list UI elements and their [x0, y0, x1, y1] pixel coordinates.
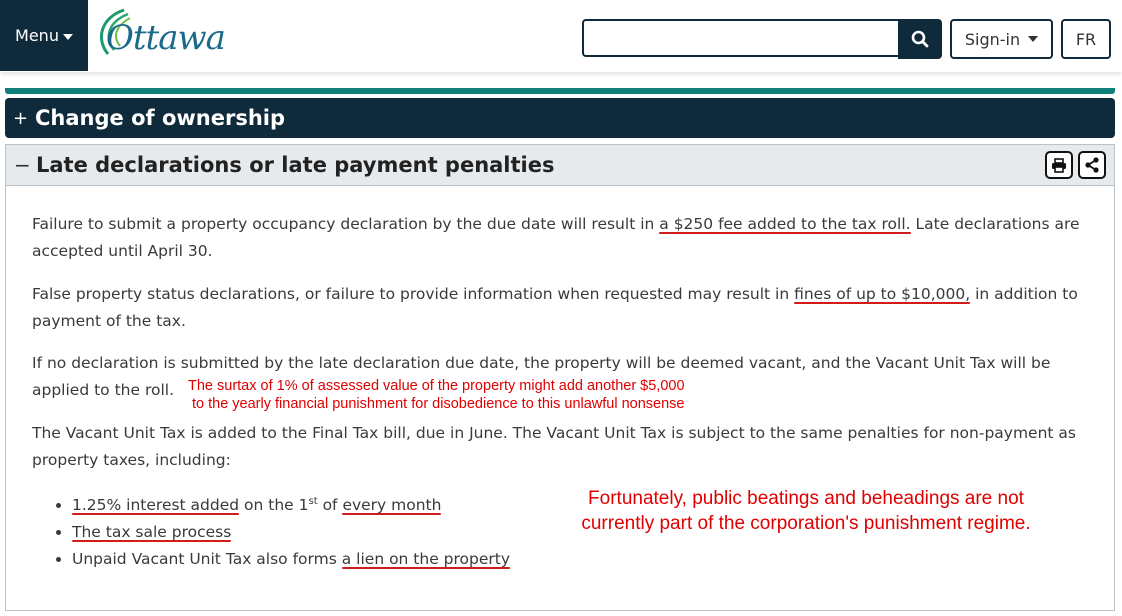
share-icon — [1085, 157, 1099, 173]
text: a lien on the property — [341, 550, 511, 569]
accordion-late-declarations[interactable]: − Late declarations or late payment pena… — [6, 145, 1114, 186]
paragraph-fines: False property status declarations, or f… — [32, 281, 1082, 335]
caret-down-icon — [1028, 36, 1039, 42]
highlight-tax-sale: The tax sale process — [72, 523, 232, 543]
text: 1.25% interest added — [72, 496, 240, 515]
highlight-fines: fines of up to $10,000, — [794, 285, 971, 304]
signin-dropdown[interactable]: Sign-in — [950, 19, 1053, 59]
red-underline — [659, 232, 911, 234]
text: The tax sale process — [72, 523, 232, 542]
annotation-line: currently part of the corporation's puni… — [581, 513, 1031, 534]
annotation-line: The surtax of 1% of assessed value of th… — [188, 378, 685, 394]
text: False property status declarations, or f… — [32, 285, 795, 303]
annotation-line: to the yearly financial punishment for d… — [192, 396, 685, 412]
print-icon — [1052, 157, 1066, 173]
text: on the 1 — [239, 496, 309, 515]
share-button[interactable] — [1078, 151, 1106, 179]
signin-label: Sign-in — [964, 29, 1021, 49]
red-underline — [794, 302, 971, 304]
accordion-title: Late declarations or late payment penalt… — [36, 153, 555, 177]
red-underline — [72, 540, 232, 543]
search-button[interactable] — [898, 19, 942, 59]
text: The Vacant Unit Tax is added to the Fina… — [32, 424, 1076, 469]
highlight-lien: a lien on the property — [341, 550, 511, 570]
accordion-change-of-ownership[interactable]: + Change of ownership — [5, 98, 1115, 138]
superscript: st — [308, 496, 318, 507]
highlight-fee: a $250 fee added to the tax roll. — [659, 215, 911, 234]
paragraph-late-fee: Failure to submit a property occupancy d… — [32, 211, 1082, 265]
language-label: FR — [1075, 29, 1097, 49]
list-item: 1.25% interest added on the 1st of every… — [72, 488, 552, 519]
language-toggle-button[interactable]: FR — [1061, 19, 1111, 59]
red-underline — [341, 567, 511, 570]
text: If no declaration is submitted by the la… — [32, 354, 1051, 372]
text: fines of up to $10,000, — [794, 285, 971, 303]
paragraph-final-tax-bill: The Vacant Unit Tax is added to the Fina… — [32, 420, 1082, 474]
text: of — [317, 496, 343, 515]
list-item: Unpaid Vacant Unit Tax also forms a lien… — [72, 546, 552, 573]
highlight-interest: 1.25% interest added — [72, 496, 240, 516]
site-header: Menu Ottawa Sign-in FR — [0, 0, 1122, 72]
logo-wordmark[interactable]: Ottawa — [106, 18, 226, 58]
red-underline — [342, 513, 442, 516]
penalties-list: 1.25% interest added on the 1st of every… — [52, 488, 552, 573]
search-input[interactable] — [582, 19, 900, 57]
collapse-icon: − — [14, 153, 31, 177]
caret-down-icon — [62, 34, 73, 40]
red-underline — [72, 513, 240, 516]
search-icon — [911, 30, 929, 48]
text: Failure to submit a property occupancy d… — [32, 215, 660, 233]
text: a $250 fee added to the tax roll. — [659, 215, 911, 233]
list-item: The tax sale process — [72, 519, 552, 546]
annotation-line: Fortunately, public beatings and beheadi… — [588, 488, 1024, 509]
text: every month — [342, 496, 442, 515]
text: Unpaid Vacant Unit Tax also forms — [72, 550, 342, 569]
expand-icon: + — [13, 107, 29, 129]
menu-label: Menu — [15, 26, 59, 45]
print-button[interactable] — [1045, 151, 1073, 179]
menu-button[interactable]: Menu — [0, 0, 88, 71]
annotation-surtax: The surtax of 1% of assessed value of th… — [188, 377, 685, 413]
annotation-punishment: Fortunately, public beatings and beheadi… — [546, 486, 1066, 536]
accordion-title: Change of ownership — [35, 106, 286, 130]
accordion-panel-late-declarations: − Late declarations or late payment pena… — [5, 144, 1115, 611]
highlight-every-month: every month — [342, 496, 442, 516]
accordion-divider — [5, 88, 1115, 94]
